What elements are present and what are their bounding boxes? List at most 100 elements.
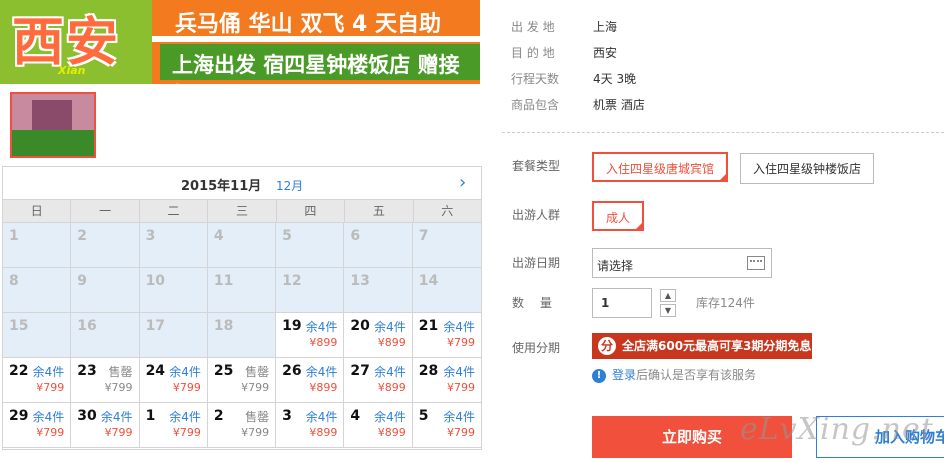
calendar-day-cell[interactable]: 1 余4件 ¥799 bbox=[139, 403, 208, 448]
calendar-day-cell[interactable]: 5 余4件 ¥799 bbox=[412, 403, 481, 448]
login-link[interactable]: 登录 bbox=[612, 368, 636, 382]
calendar-day-cell[interactable]: 4 余4件 ¥899 bbox=[344, 403, 413, 448]
calendar-day-cell[interactable]: 24 余4件 ¥799 bbox=[139, 358, 208, 403]
calendar-day-cell: 13 bbox=[344, 268, 413, 313]
calendar-day-cell[interactable]: 28 余4件 ¥799 bbox=[412, 358, 481, 403]
quantity-up-icon[interactable]: ▲ bbox=[660, 289, 676, 302]
day-price: ¥899 bbox=[377, 381, 406, 394]
day-number: 24 bbox=[145, 363, 166, 379]
calendar-day-cell[interactable]: 2 售罄 ¥799 bbox=[207, 403, 277, 448]
banner-city-panel: 西安 Xian bbox=[0, 0, 152, 84]
dest-label: 目 的 地 bbox=[511, 46, 555, 60]
login-note-text: 后确认是否享有该服务 bbox=[636, 368, 757, 382]
day-number: 7 bbox=[418, 228, 429, 244]
day-number: 27 bbox=[350, 363, 370, 379]
day-number: 10 bbox=[145, 273, 166, 289]
day-price: ¥899 bbox=[377, 336, 406, 349]
calendar-grid: 1 2 3 4 5 6 7 8 9 10 11 12 13 14 15 16 17 18 19 余4件 ¥899 20 余4… bbox=[3, 223, 481, 448]
product-thumbnail[interactable] bbox=[10, 92, 96, 158]
day-number: 18 bbox=[213, 318, 234, 334]
promo-banner: 西安 Xian 兵马俑 华山 双飞 4 天自助 上海出发 宿四星钟楼饭店 赠接机 bbox=[0, 0, 480, 84]
calendar-day-cell[interactable]: 20 余4件 ¥899 bbox=[344, 313, 413, 358]
info-row-includes: 商品包含 机票 酒店 bbox=[511, 96, 931, 122]
package-option-zhonglou[interactable]: 入住四星级钟楼饭店 bbox=[740, 153, 875, 184]
next-month-link[interactable]: 12月 bbox=[276, 177, 303, 194]
calendar-day-cell[interactable]: 30 余4件 ¥799 bbox=[71, 403, 140, 448]
day-number: 19 bbox=[282, 318, 302, 334]
weekday-label: 日 bbox=[3, 200, 72, 222]
calendar-day-cell[interactable]: 19 余4件 ¥899 bbox=[276, 313, 345, 358]
crowd-option-adult[interactable]: 成人 bbox=[592, 201, 645, 231]
day-number: 21 bbox=[418, 318, 439, 334]
calendar-day-cell: 5 bbox=[276, 223, 345, 268]
calendar-day-cell: 8 bbox=[3, 268, 72, 313]
day-number: 11 bbox=[213, 273, 234, 289]
calendar-day-cell: 17 bbox=[139, 313, 208, 358]
package-option-tangcheng[interactable]: 入住四星级唐城宾馆 bbox=[592, 152, 729, 182]
day-price: ¥899 bbox=[309, 381, 338, 394]
day-stock: 售罄 bbox=[245, 410, 270, 424]
day-price: ¥799 bbox=[172, 381, 201, 394]
installment-label: 使用分期 bbox=[512, 341, 561, 355]
day-price: ¥799 bbox=[446, 381, 475, 394]
calendar-day-cell[interactable]: 21 余4件 ¥799 bbox=[412, 313, 481, 358]
installment-promo[interactable]: 分 全店满600元最高可享3期分期免息 bbox=[592, 333, 812, 359]
calendar-day-cell: 14 bbox=[412, 268, 481, 313]
installment-icon: 分 bbox=[598, 337, 616, 355]
next-month-arrow-icon[interactable]: › bbox=[459, 172, 466, 193]
banner-line1: 兵马俑 华山 双飞 4 天自助 bbox=[175, 12, 441, 37]
package-label: 套餐类型 bbox=[512, 159, 561, 173]
day-number: 5 bbox=[418, 408, 429, 424]
quantity-down-icon[interactable]: ▼ bbox=[660, 304, 676, 317]
day-number: 4 bbox=[350, 408, 361, 424]
days-value: 4天 3晚 bbox=[593, 72, 637, 86]
calendar-day-cell: 10 bbox=[139, 268, 208, 313]
weekday-header: 日 一 二 三 四 五 六 bbox=[3, 200, 481, 223]
day-number: 4 bbox=[213, 228, 224, 244]
departure-calendar: 2015年11月 12月 › 日 一 二 三 四 五 六 1 2 3 4 5 6 7 8 9 10… bbox=[2, 166, 482, 450]
day-number: 29 bbox=[9, 408, 29, 424]
day-stock: 余4件 bbox=[100, 410, 133, 424]
weekday-label: 四 bbox=[277, 200, 346, 222]
calendar-day-cell[interactable]: 27 余4件 ¥899 bbox=[344, 358, 413, 403]
day-stock: 余4件 bbox=[305, 320, 338, 334]
quantity-input[interactable]: 1 bbox=[592, 288, 652, 318]
calendar-day-cell[interactable]: 25 售罄 ¥799 bbox=[207, 358, 277, 403]
days-label: 行程天数 bbox=[511, 72, 560, 86]
includes-value: 机票 酒店 bbox=[593, 98, 645, 112]
info-icon: ! bbox=[592, 368, 606, 383]
day-number: 2 bbox=[213, 408, 224, 424]
installment-promo-text: 全店满600元最高可享3期分期免息 bbox=[622, 339, 812, 353]
calendar-day-cell[interactable]: 26 余4件 ¥899 bbox=[276, 358, 345, 403]
day-stock: 余4件 bbox=[443, 365, 475, 379]
calendar-day-cell[interactable]: 23 售罄 ¥799 bbox=[71, 358, 140, 403]
calendar-day-cell: 15 bbox=[3, 313, 72, 358]
day-stock: 余4件 bbox=[374, 365, 406, 379]
depart-label: 出 发 地 bbox=[511, 20, 555, 34]
dest-value: 西安 bbox=[593, 46, 618, 60]
day-stock: 余4件 bbox=[374, 410, 406, 424]
calendar-day-cell: 16 bbox=[71, 313, 140, 358]
day-price: ¥799 bbox=[241, 381, 270, 394]
day-price: ¥799 bbox=[36, 426, 65, 439]
day-stock: 余4件 bbox=[374, 320, 406, 334]
watermark: eLvXing.net bbox=[740, 412, 934, 447]
day-number: 15 bbox=[9, 318, 29, 334]
day-price: ¥799 bbox=[446, 336, 475, 349]
quantity-label: 数 量 bbox=[512, 296, 552, 310]
calendar-icon[interactable] bbox=[747, 256, 765, 270]
calendar-day-cell: 4 bbox=[207, 223, 277, 268]
banner-stripe bbox=[152, 36, 480, 42]
info-row-days: 行程天数 4天 3晚 bbox=[511, 70, 931, 96]
calendar-day-cell[interactable]: 3 余4件 ¥899 bbox=[276, 403, 345, 448]
day-number: 2 bbox=[77, 228, 88, 244]
calendar-day-cell[interactable]: 29 余4件 ¥799 bbox=[3, 403, 72, 448]
calendar-day-cell[interactable]: 22 余4件 ¥799 bbox=[3, 358, 72, 403]
day-number: 5 bbox=[282, 228, 292, 244]
weekday-label: 五 bbox=[345, 200, 414, 222]
travel-date-input[interactable]: 请选择 bbox=[592, 248, 772, 278]
day-price: ¥799 bbox=[36, 381, 65, 394]
day-stock: 余4件 bbox=[443, 320, 475, 334]
day-stock: 余4件 bbox=[305, 410, 338, 424]
day-number: 20 bbox=[350, 318, 370, 334]
